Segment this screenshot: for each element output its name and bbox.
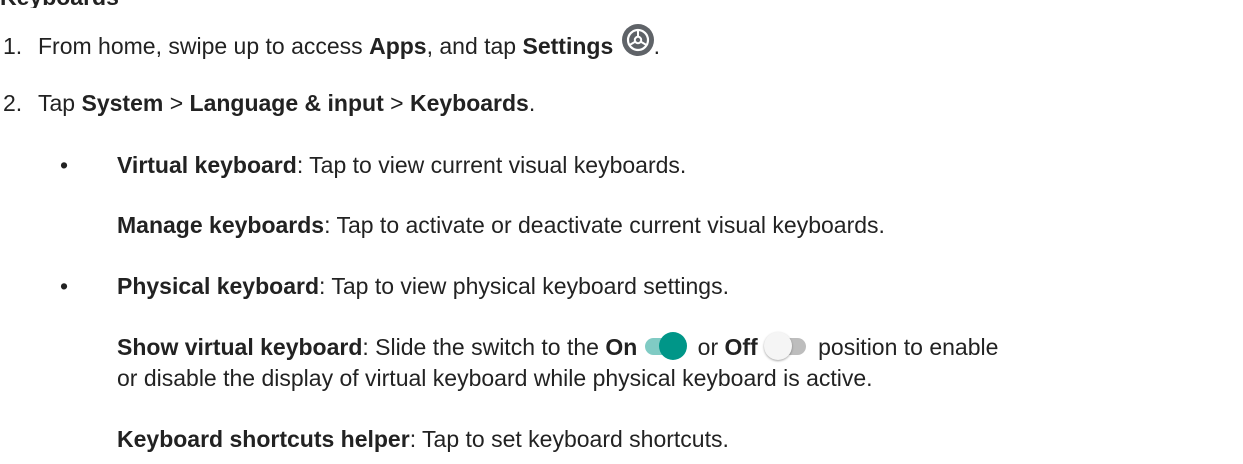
keyboard-shortcuts-item: Keyboard shortcuts helper: Tap to set ke… — [117, 424, 729, 455]
show-virtual-keyboard-line-1: Show virtual keyboard: Slide the switch … — [117, 331, 998, 363]
keyboards-label: Keyboards — [409, 90, 529, 116]
show-virtual-text: : Slide the switch to the — [362, 334, 606, 360]
show-virtual-keyboard-item: Show virtual keyboard: Slide the switch … — [117, 331, 998, 394]
bullet-text: : Tap to view physical keyboard settings… — [319, 273, 729, 299]
virtual-keyboard-label: Virtual keyboard — [117, 152, 297, 178]
system-label: System — [81, 90, 164, 116]
manage-keyboards-label: Manage keyboards — [117, 212, 325, 238]
step-text: , and tap — [426, 33, 523, 59]
show-virtual-keyboard-label: Show virtual keyboard — [117, 334, 363, 360]
step-number: 1. — [3, 33, 23, 59]
step-text: From home, swipe up to access — [38, 33, 370, 59]
step-text: Tap — [38, 90, 82, 116]
step-text: . — [653, 33, 661, 59]
step-text: . — [528, 90, 536, 116]
on-label: On — [605, 334, 638, 360]
settings-gear-icon — [621, 24, 654, 56]
language-input-label: Language & input — [189, 90, 384, 116]
switch-on-icon — [643, 331, 688, 361]
settings-label: Settings — [522, 33, 614, 59]
off-label: Off — [724, 334, 758, 360]
separator: > — [383, 90, 410, 116]
physical-keyboard-label: Physical keyboard — [117, 273, 319, 299]
bullet-virtual-keyboard: • Virtual keyboard: Tap to view current v… — [60, 152, 686, 179]
apps-label: Apps — [369, 33, 427, 59]
step-2: 2. Tap System > Language & input > Keyboa… — [3, 90, 535, 117]
section-title-fragment: Keyboards — [0, 0, 200, 8]
keyboard-shortcuts-text: : Tap to set keyboard shortcuts. — [409, 426, 729, 452]
switch-knob — [659, 332, 688, 360]
step-1: 1. From home, swipe up to access Apps, an… — [3, 24, 660, 60]
switch-knob — [763, 332, 792, 360]
bullet-physical-keyboard: • Physical keyboard: Tap to view physical… — [60, 273, 729, 300]
or-text: or — [691, 334, 725, 360]
show-virtual-text: position to enable — [811, 334, 999, 360]
bullet-text: : Tap to view current visual keyboards. — [296, 152, 687, 178]
manage-keyboards-text: : Tap to activate or deactivate current … — [324, 212, 885, 238]
bullet-mark: • — [60, 273, 69, 299]
manage-keyboards-item: Manage keyboards: Tap to activate or dea… — [117, 210, 885, 241]
keyboard-shortcuts-label: Keyboard shortcuts helper — [117, 426, 410, 452]
switch-off-icon — [763, 331, 808, 361]
bullet-mark: • — [60, 152, 69, 178]
section-title: Keyboards — [0, 0, 200, 8]
separator: > — [163, 90, 190, 116]
show-virtual-keyboard-line-2: or disable the display of virtual keyboa… — [117, 365, 873, 391]
step-number: 2. — [3, 90, 23, 116]
